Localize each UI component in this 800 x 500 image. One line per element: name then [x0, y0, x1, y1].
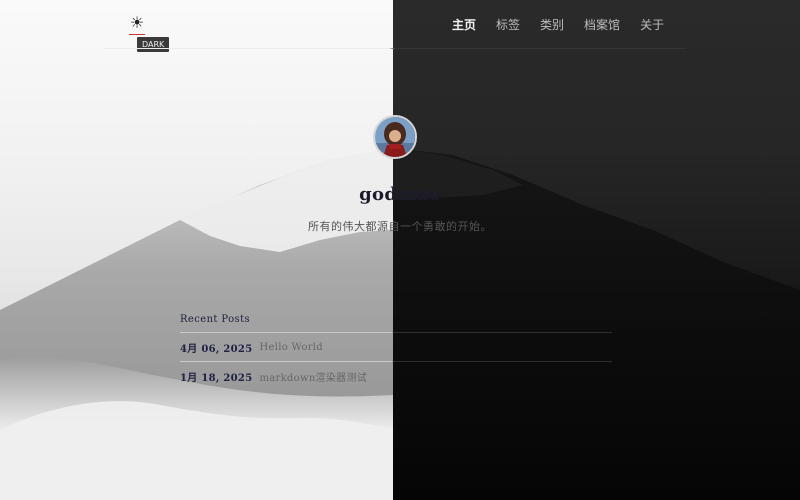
post-date: 4月 06, 2025	[180, 343, 253, 355]
list-item[interactable]: 1月 18, 2025 markdown渲染器测试	[180, 362, 612, 390]
theme-tooltip: DARK	[137, 37, 170, 52]
header-divider	[104, 48, 686, 49]
recent-posts-heading: Recent Posts	[180, 314, 251, 325]
nav-item-home[interactable]: 主页	[452, 16, 476, 33]
nav-item-categories[interactable]: 类别	[540, 16, 564, 33]
theme-toggle-underline	[129, 34, 145, 35]
avatar[interactable]	[373, 115, 417, 159]
site-title: godmao	[0, 184, 800, 205]
list-item[interactable]: 4月 06, 2025 Hello World	[180, 333, 612, 361]
post-date: 1月 18, 2025	[180, 372, 253, 384]
mountain-image-light	[0, 148, 393, 500]
avatar-image	[375, 117, 415, 157]
sun-icon: ☀	[129, 13, 145, 32]
main-nav: 主页 标签 类别 档案馆 关于	[452, 16, 664, 33]
post-title-link[interactable]: Hello World	[259, 342, 323, 353]
background-dark-half	[393, 0, 800, 500]
mountain-image-dark	[393, 148, 800, 500]
site-description: 所有的伟大都源自一个勇敢的开始。	[308, 220, 492, 233]
background-light-half	[0, 0, 393, 500]
recent-posts: Recent Posts 4月 06, 2025 Hello World 1月 …	[180, 314, 612, 390]
nav-item-about[interactable]: 关于	[640, 16, 664, 33]
nav-item-tags[interactable]: 标签	[496, 16, 520, 33]
nav-item-archives[interactable]: 档案馆	[584, 16, 620, 33]
theme-toggle-button[interactable]: ☀	[128, 13, 146, 35]
post-title-link[interactable]: markdown渲染器测试	[259, 369, 367, 384]
site-title-text: godmao	[359, 184, 441, 205]
